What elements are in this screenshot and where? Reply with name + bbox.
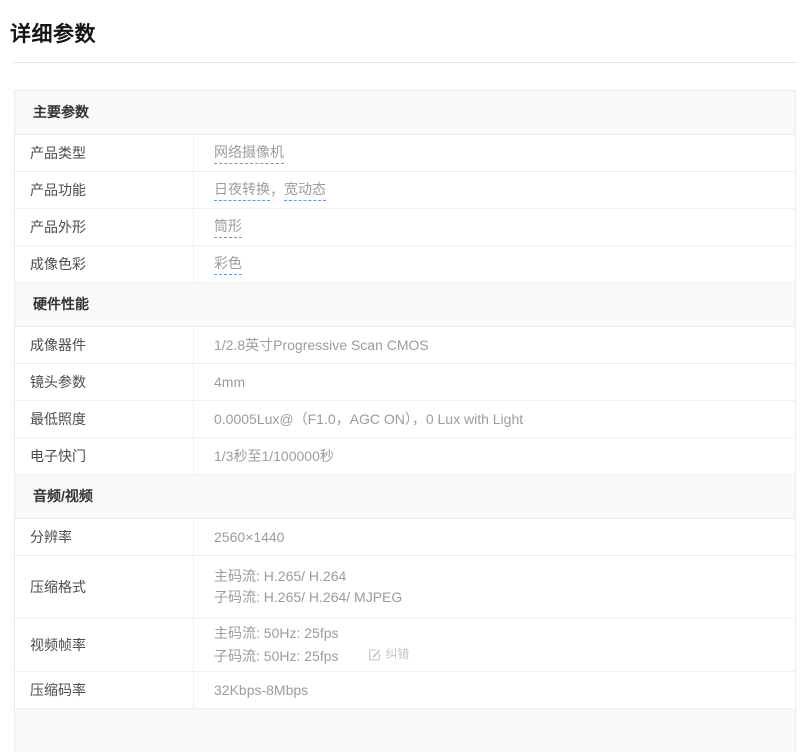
row-label: 产品类型	[15, 135, 194, 171]
value-separator: ，	[270, 180, 284, 200]
value-text: 子码流: 50Hz: 25fps	[214, 648, 339, 664]
row-value: 主码流: H.265/ H.264 子码流: H.265/ H.264/ MJP…	[194, 556, 795, 618]
error-correction-label: 纠错	[385, 644, 409, 665]
table-row-lens-params: 镜头参数 4mm	[15, 364, 795, 401]
error-correction-button[interactable]: 纠错	[368, 644, 409, 665]
row-value: 4mm	[194, 364, 795, 400]
table-row-bitrate: 压缩码率 32Kbps-8Mbps	[15, 672, 795, 709]
value-line: 子码流: 50Hz: 25fps 纠错	[214, 644, 795, 667]
value-link[interactable]: 彩色	[214, 253, 242, 275]
section-header-audio-video: 音频/视频	[15, 475, 795, 519]
row-label: 成像色彩	[15, 246, 194, 282]
row-label: 镜头参数	[15, 364, 194, 400]
row-label: 产品功能	[15, 172, 194, 208]
value-link[interactable]: 网络摄像机	[214, 142, 284, 164]
table-row-video-framerate: 视频帧率 主码流: 50Hz: 25fps 子码流: 50Hz: 25fps 纠…	[15, 619, 795, 672]
row-label: 电子快门	[15, 438, 194, 474]
table-row-image-sensor: 成像器件 1/2.8英寸Progressive Scan CMOS	[15, 327, 795, 364]
title-divider	[13, 62, 797, 63]
table-row-min-illumination: 最低照度 0.0005Lux@（F1.0，AGC ON），0 Lux with …	[15, 401, 795, 438]
spec-table: 主要参数 产品类型 网络摄像机 产品功能 日夜转换，宽动态 产品外形 筒形 成像…	[14, 90, 796, 752]
table-row-resolution: 分辨率 2560×1440	[15, 519, 795, 556]
edit-pencil-icon	[368, 648, 381, 661]
section-header-hardware: 硬件性能	[15, 283, 795, 327]
table-row-product-function: 产品功能 日夜转换，宽动态	[15, 172, 795, 209]
row-value: 网络摄像机	[194, 135, 795, 171]
row-value: 筒形	[194, 209, 795, 245]
table-row-product-shape: 产品外形 筒形	[15, 209, 795, 246]
value-line: 主码流: H.265/ H.264	[214, 566, 795, 587]
table-row-electronic-shutter: 电子快门 1/3秒至1/100000秒	[15, 438, 795, 475]
row-label: 分辨率	[15, 519, 194, 555]
page-title: 详细参数	[10, 22, 803, 48]
row-label: 压缩格式	[15, 556, 194, 618]
row-value: 彩色	[194, 246, 795, 282]
table-row-imaging-color: 成像色彩 彩色	[15, 246, 795, 283]
section-header-main-params: 主要参数	[15, 91, 795, 135]
row-value: 2560×1440	[194, 519, 795, 555]
row-value: 主码流: 50Hz: 25fps 子码流: 50Hz: 25fps 纠错	[194, 619, 795, 671]
row-value: 0.0005Lux@（F1.0，AGC ON），0 Lux with Light	[194, 401, 795, 437]
value-line: 主码流: 50Hz: 25fps	[214, 623, 795, 644]
row-label: 产品外形	[15, 209, 194, 245]
row-label: 压缩码率	[15, 672, 194, 708]
table-row-compression-format: 压缩格式 主码流: H.265/ H.264 子码流: H.265/ H.264…	[15, 556, 795, 619]
row-label: 成像器件	[15, 327, 194, 363]
row-label: 最低照度	[15, 401, 194, 437]
table-row-product-type: 产品类型 网络摄像机	[15, 135, 795, 172]
row-value: 1/3秒至1/100000秒	[194, 438, 795, 474]
row-value: 日夜转换，宽动态	[194, 172, 795, 208]
product-spec-page: 详细参数 主要参数 产品类型 网络摄像机 产品功能 日夜转换，宽动态 产品外形 …	[0, 22, 803, 752]
value-link[interactable]: 日夜转换	[214, 179, 270, 201]
row-value: 1/2.8英寸Progressive Scan CMOS	[194, 327, 795, 363]
value-link[interactable]: 筒形	[214, 216, 242, 238]
section-header-next-partial	[15, 709, 795, 752]
row-label: 视频帧率	[15, 619, 194, 671]
row-value: 32Kbps-8Mbps	[194, 672, 795, 708]
value-link[interactable]: 宽动态	[284, 179, 326, 201]
value-line: 子码流: H.265/ H.264/ MJPEG	[214, 587, 795, 608]
